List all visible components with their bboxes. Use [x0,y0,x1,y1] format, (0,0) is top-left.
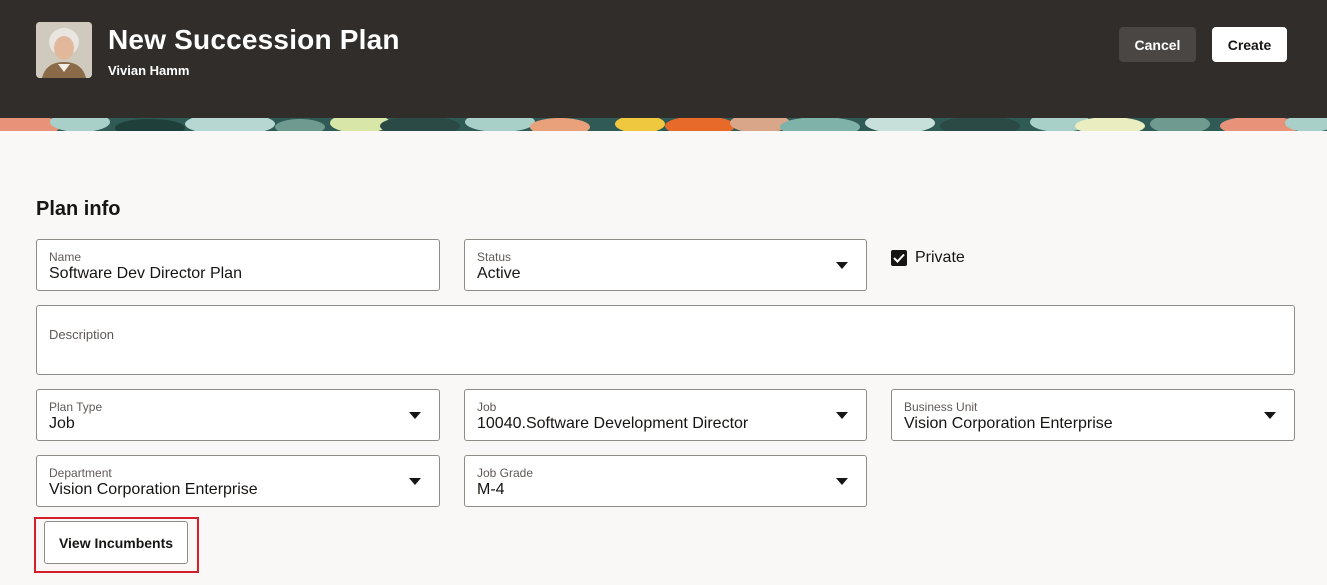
description-field[interactable]: Description [36,305,1295,375]
plan-type-select[interactable]: Plan Type Job [36,389,440,441]
job-label: Job [477,400,497,414]
job-select[interactable]: Job 10040.Software Development Director [464,389,867,441]
checkbox-checked-icon[interactable] [891,250,907,266]
decorative-banner [0,118,1327,131]
section-title: Plan info [36,198,121,220]
department-select[interactable]: Department Vision Corporation Enterprise [36,455,440,507]
status-value: Active [477,265,521,282]
department-value: Vision Corporation Enterprise [49,481,258,498]
chevron-down-icon [836,478,848,485]
chevron-down-icon [836,412,848,419]
description-label: Description [49,327,115,342]
chevron-down-icon [836,262,848,269]
chevron-down-icon [409,478,421,485]
status-label: Status [477,250,512,264]
private-label: Private [915,249,965,266]
business-unit-label: Business Unit [904,400,978,414]
chevron-down-icon [1264,412,1276,419]
create-button[interactable]: Create [1212,27,1287,62]
job-grade-select[interactable]: Job Grade M-4 [464,455,867,507]
department-label: Department [49,466,112,480]
name-field[interactable]: Name Software Dev Director Plan [36,239,440,291]
business-unit-value: Vision Corporation Enterprise [904,415,1113,432]
person-name: Vivian Hamm [108,63,190,78]
plan-type-value: Job [49,415,75,432]
name-value: Software Dev Director Plan [49,265,242,282]
plan-type-label: Plan Type [49,400,103,414]
status-select[interactable]: Status Active [464,239,867,291]
business-unit-select[interactable]: Business Unit Vision Corporation Enterpr… [891,389,1295,441]
user-avatar [36,22,92,78]
chevron-down-icon [409,412,421,419]
private-checkbox[interactable]: Private [891,248,965,268]
name-label: Name [49,250,82,264]
view-incumbents-button[interactable]: View Incumbents [44,521,188,564]
page-title: New Succession Plan [108,24,400,55]
job-grade-value: M-4 [477,481,505,498]
job-value: 10040.Software Development Director [477,415,749,432]
job-grade-label: Job Grade [477,466,534,480]
cancel-button[interactable]: Cancel [1119,27,1196,62]
